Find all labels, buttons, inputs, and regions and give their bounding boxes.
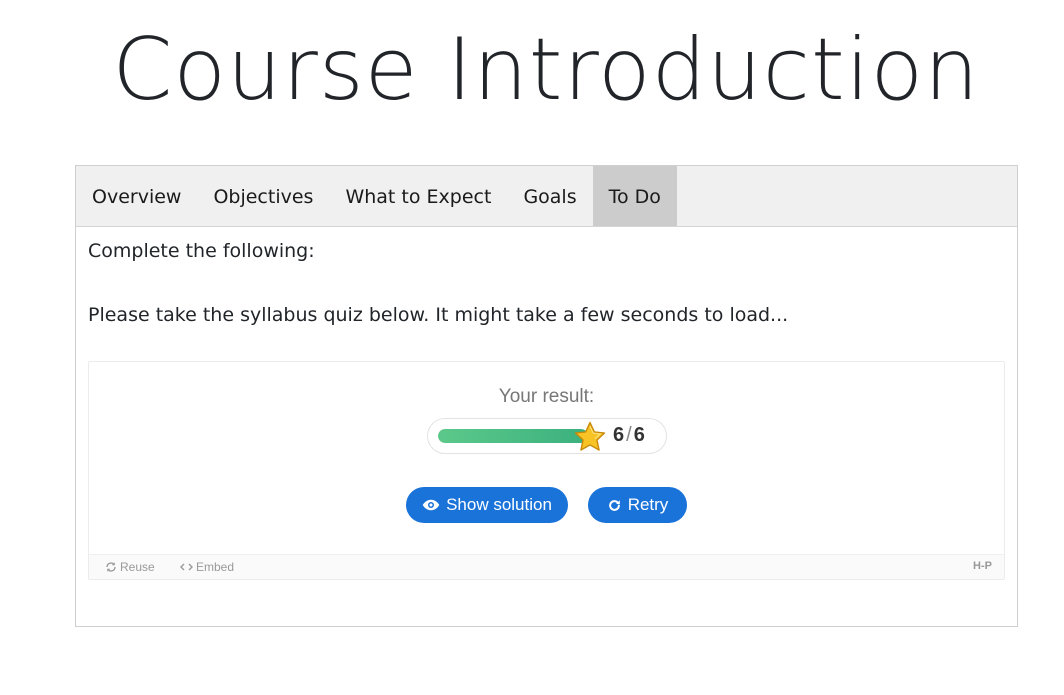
reuse-label: Reuse xyxy=(120,560,155,574)
embed-icon xyxy=(180,563,193,571)
star-icon xyxy=(574,421,606,451)
score-progress-track xyxy=(438,429,588,443)
tabbed-panel: Overview Objectives What to Expect Goals… xyxy=(75,165,1018,627)
reuse-link[interactable]: Reuse xyxy=(105,560,155,574)
tab-overview[interactable]: Overview xyxy=(76,166,197,226)
tab-objectives[interactable]: Objectives xyxy=(197,166,329,226)
reuse-icon xyxy=(106,562,116,572)
instruction-text: Please take the syllabus quiz below. It … xyxy=(88,304,789,326)
intro-text: Complete the following: xyxy=(88,240,315,262)
tab-to-do[interactable]: To Do xyxy=(592,166,677,226)
quiz-embed: Your result: 6/6 Show solution Retry Reu… xyxy=(88,361,1005,580)
tab-bar: Overview Objectives What to Expect Goals… xyxy=(76,166,1017,227)
tab-goals[interactable]: Goals xyxy=(507,166,592,226)
score-max: 6 xyxy=(633,424,645,446)
embed-label: Embed xyxy=(196,560,235,574)
show-solution-button[interactable]: Show solution xyxy=(406,487,568,523)
eye-icon xyxy=(422,499,440,511)
retry-button[interactable]: Retry xyxy=(588,487,687,523)
score-bar: 6/6 xyxy=(427,418,667,454)
h5p-logo[interactable]: H-P xyxy=(973,560,992,572)
score-text: 6/6 xyxy=(613,424,645,447)
page-title: Course Introduction xyxy=(112,20,980,120)
score-separator: / xyxy=(626,424,632,446)
tab-what-to-expect[interactable]: What to Expect xyxy=(329,166,507,226)
score-progress-fill xyxy=(438,429,588,443)
result-label: Your result: xyxy=(498,386,595,407)
score-value: 6 xyxy=(613,424,625,446)
retry-label: Retry xyxy=(627,495,669,514)
retry-icon xyxy=(608,499,620,511)
embed-link[interactable]: Embed xyxy=(180,560,234,574)
h5p-footer: Reuse Embed H-P xyxy=(89,554,1004,579)
show-solution-label: Show solution xyxy=(446,495,552,514)
